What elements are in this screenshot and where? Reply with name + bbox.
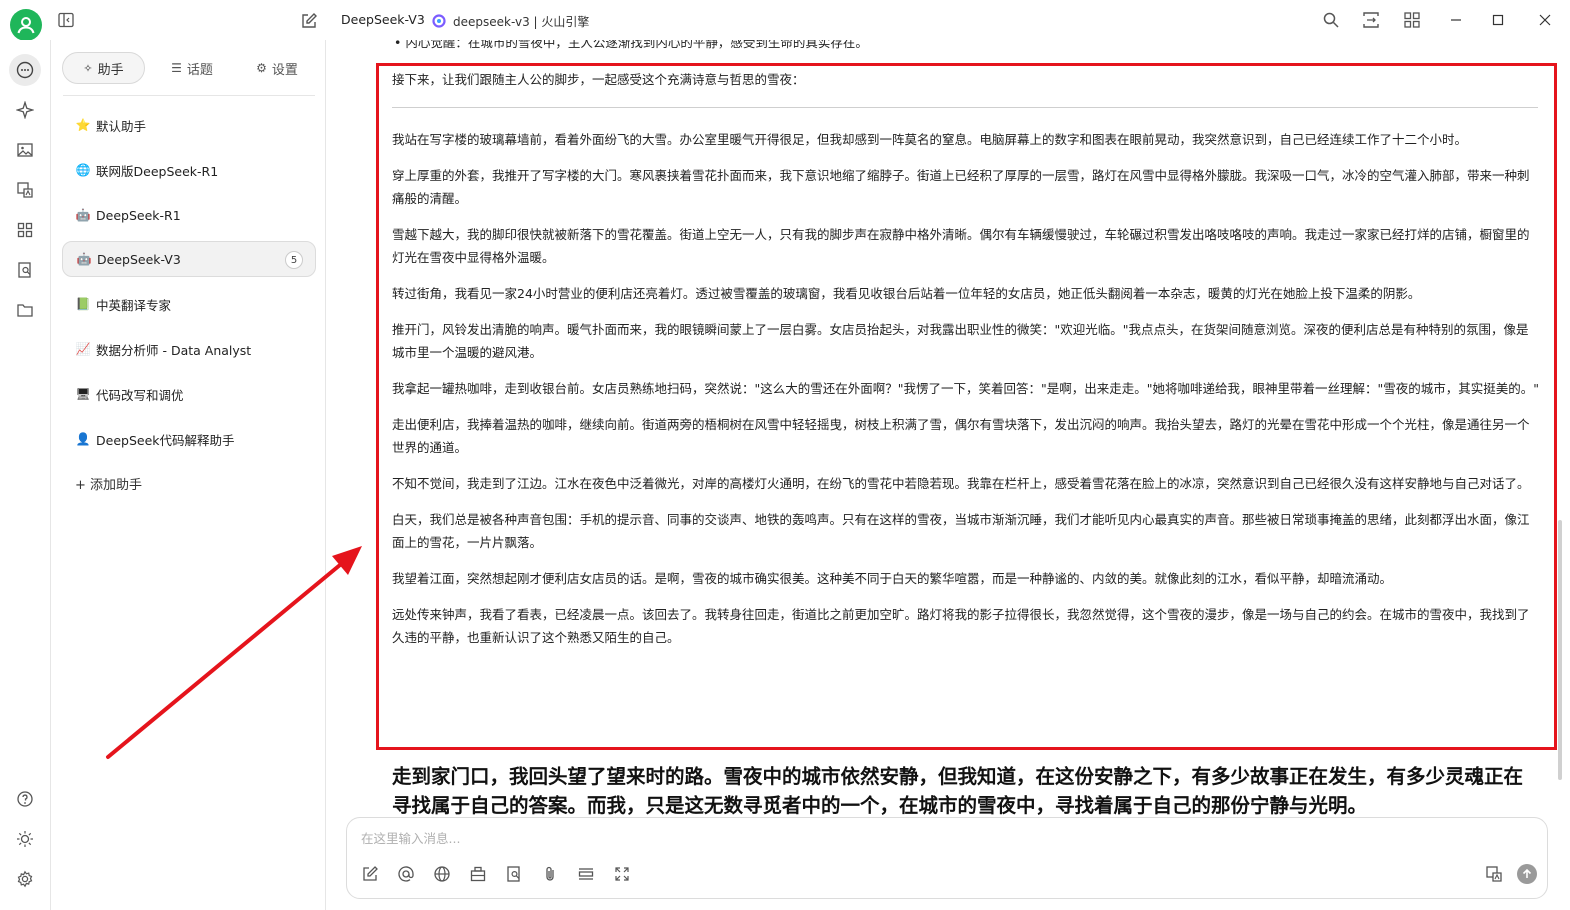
assistant-item[interactable]: 📈 数据分析师 - Data Analyst — [62, 331, 316, 367]
search-icon[interactable] — [1322, 11, 1340, 29]
chat-icon[interactable] — [9, 54, 41, 86]
folder-icon[interactable] — [9, 294, 41, 326]
assistant-label: 中英翻译专家 — [96, 297, 172, 313]
add-assistant-label: 添加助手 — [90, 478, 143, 493]
tab-topics[interactable]: ☰ 话题 — [152, 52, 232, 84]
activity-rail — [0, 40, 51, 910]
translate-icon[interactable] — [9, 174, 41, 206]
sparkle-icon[interactable] — [9, 94, 41, 126]
attachment-icon[interactable] — [541, 865, 559, 883]
image-icon[interactable] — [9, 134, 41, 166]
grid-icon[interactable] — [1403, 11, 1421, 29]
model-name[interactable]: DeepSeek-V3 — [341, 12, 425, 27]
list-icon: ☰ — [171, 61, 182, 75]
assistant-item[interactable]: 🖥 代码改写和调优 — [62, 376, 316, 412]
highlight-box — [376, 63, 1557, 750]
message-composer — [346, 817, 1548, 899]
fit-width-icon[interactable] — [1362, 11, 1380, 29]
knowledge-icon[interactable] — [9, 254, 41, 286]
send-button[interactable] — [1517, 864, 1537, 884]
assistant-label: 代码改写和调优 — [96, 387, 184, 403]
star-icon: ⭐ — [75, 118, 91, 132]
topic-count-badge: 5 — [285, 251, 303, 269]
maximize-icon[interactable] — [1489, 11, 1507, 29]
plus-icon: + — [75, 478, 86, 493]
provider-logo-icon — [432, 13, 446, 28]
assistant-label: DeepSeek-R1 — [96, 207, 181, 223]
translate-icon[interactable] — [1485, 865, 1503, 883]
provider-label[interactable]: deepseek-v3 | 火山引擎 — [453, 13, 589, 30]
assistant-label: DeepSeek代码解释助手 — [96, 432, 235, 448]
assistant-label: DeepSeek-V3 — [97, 251, 181, 267]
robot-icon: 🤖 — [76, 252, 92, 266]
user-avatar[interactable] — [10, 9, 42, 41]
close-icon[interactable] — [1536, 11, 1554, 29]
apps-icon[interactable] — [9, 214, 41, 246]
assistant-panel: ✧ 助手 ☰ 话题 ⚙ 设置 ⭐ 默认助手 🌐 联网版DeepSeek-R1 🤖… — [51, 40, 326, 910]
arrow-up-icon — [1522, 868, 1532, 878]
book-icon: 📗 — [75, 297, 91, 311]
partial-bullet-text: • 内心觉醒：在城市的雪夜中，主人公逐渐找到内心的平静，感受到生命的真实存在。 — [394, 40, 868, 50]
tab-settings[interactable]: ⚙ 设置 — [237, 52, 317, 84]
globe-icon: 🌐 — [75, 163, 91, 177]
help-icon[interactable] — [9, 783, 41, 815]
tab-label: 助手 — [97, 62, 124, 78]
user-icon — [17, 17, 35, 34]
settings-icon[interactable] — [9, 863, 41, 895]
tab-assistants[interactable]: ✧ 助手 — [62, 52, 145, 84]
bold-closing-paragraph: 走到家门口，我回头望了望来时的路。雪夜中的城市依然安静，但我知道，在这份安静之下… — [392, 765, 1524, 817]
new-topic-icon[interactable] — [361, 865, 379, 883]
assistant-label: 默认助手 — [96, 118, 147, 134]
assistant-item[interactable]: 👤 DeepSeek代码解释助手 — [62, 421, 316, 457]
assistant-item[interactable]: ⭐ 默认助手 — [62, 107, 316, 143]
chat-area: • 内心觉醒：在城市的雪夜中，主人公逐渐找到内心的平静，感受到生命的真实存在。 … — [326, 40, 1570, 910]
assistant-item-active[interactable]: 🤖 DeepSeek-V3 5 — [62, 241, 316, 277]
theme-icon[interactable] — [9, 823, 41, 855]
tab-label: 话题 — [186, 62, 213, 78]
sidebar-toggle-icon[interactable] — [58, 12, 74, 28]
web-search-icon[interactable] — [433, 865, 451, 883]
clear-icon[interactable] — [577, 865, 595, 883]
minimize-icon[interactable] — [1447, 11, 1465, 29]
add-assistant-button[interactable]: + 添加助手 — [75, 474, 142, 493]
assistant-label: 数据分析师 - Data Analyst — [96, 342, 252, 358]
sparkle-icon: ✧ — [83, 61, 93, 75]
scrollbar[interactable] — [1558, 520, 1562, 780]
divider — [63, 95, 315, 96]
monitor-icon: 🖥 — [75, 387, 91, 401]
knowledge-base-icon[interactable] — [469, 865, 487, 883]
assistant-label: 联网版DeepSeek-R1 — [96, 163, 219, 179]
assistant-item[interactable]: 📗 中英翻译专家 — [62, 286, 316, 322]
person-icon: 👤 — [75, 432, 91, 446]
robot-icon: 🤖 — [75, 208, 91, 222]
quick-phrase-icon[interactable] — [505, 865, 523, 883]
tab-label: 设置 — [271, 62, 298, 78]
assistant-item[interactable]: 🌐 联网版DeepSeek-R1 — [62, 152, 316, 188]
chart-icon: 📈 — [75, 342, 91, 356]
message-input[interactable] — [361, 827, 1461, 849]
title-bar: DeepSeek-V3 deepseek-v3 | 火山引擎 — [0, 0, 1570, 41]
expand-icon[interactable] — [613, 865, 631, 883]
mention-icon[interactable] — [397, 865, 415, 883]
edit-icon[interactable] — [300, 12, 318, 30]
assistant-item[interactable]: 🤖 DeepSeek-R1 — [62, 197, 316, 233]
gear-icon: ⚙ — [256, 61, 267, 75]
panel-tabs: ✧ 助手 ☰ 话题 ⚙ 设置 — [62, 52, 317, 84]
